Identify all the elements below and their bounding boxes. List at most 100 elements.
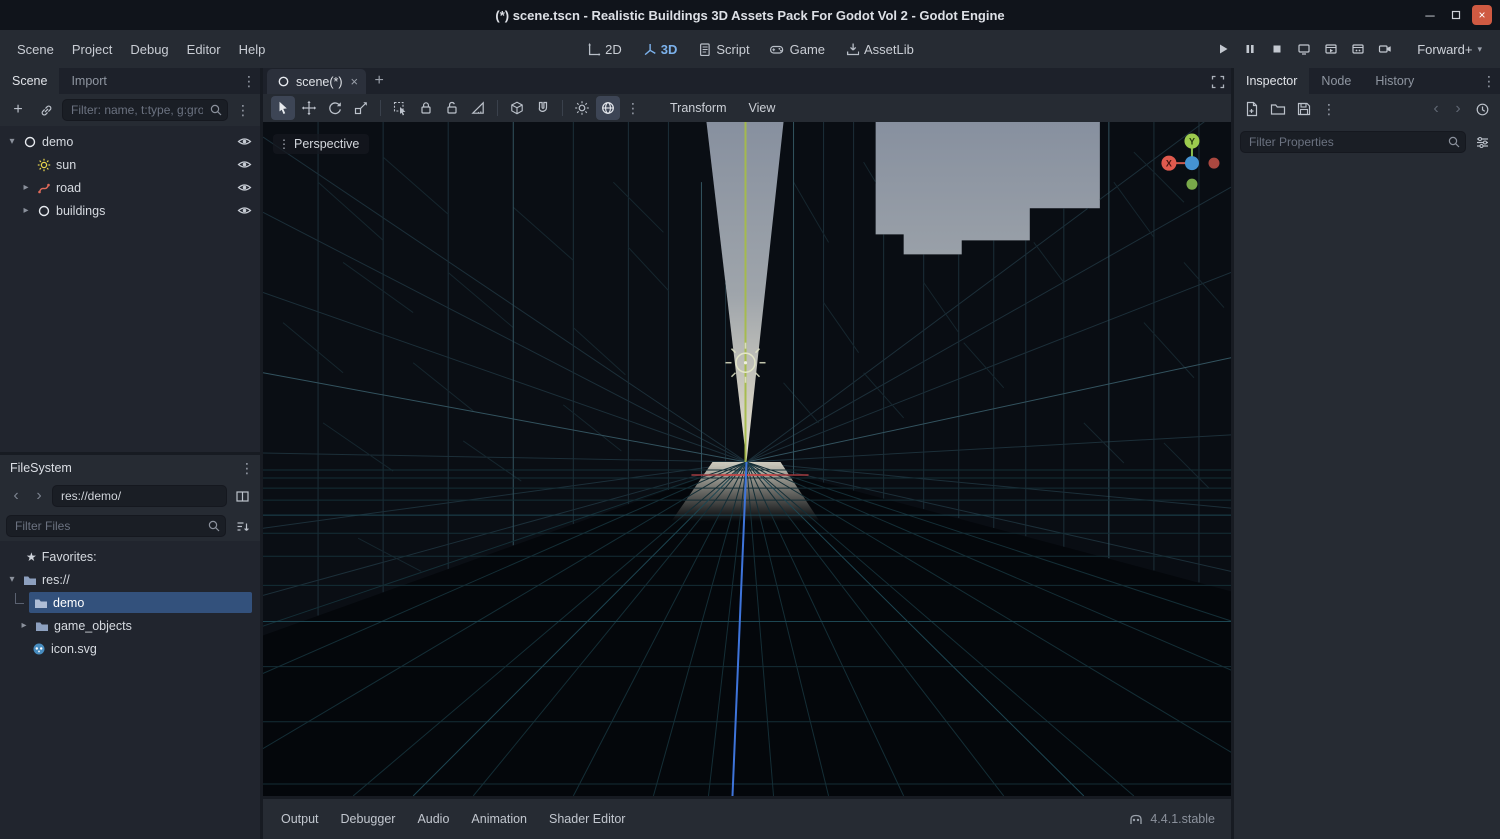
move-tool-button[interactable] [297, 96, 321, 120]
scale-tool-button[interactable] [349, 96, 373, 120]
property-filter-input[interactable] [1240, 131, 1466, 153]
current-path-field[interactable] [52, 485, 227, 507]
resource-extra-options-icon[interactable]: ⋮ [1318, 101, 1340, 118]
fs-row-game-objects[interactable]: ▸ game_objects [0, 614, 260, 637]
projection-selector[interactable]: ⋮ Perspective [273, 134, 370, 154]
scene-tree-menu-icon[interactable]: ⋮ [232, 102, 254, 119]
ruler-button[interactable] [466, 96, 490, 120]
maximize-button[interactable] [1446, 5, 1466, 25]
lock-button[interactable] [414, 96, 438, 120]
preview-environment-button[interactable] [596, 96, 620, 120]
preview-sunlight-button[interactable] [570, 96, 594, 120]
maximize-icon [1451, 10, 1461, 20]
tree-node-road[interactable]: ▸ road [0, 176, 260, 199]
object-history-button[interactable] [1470, 97, 1494, 121]
rotate-tool-button[interactable] [323, 96, 347, 120]
menu-help[interactable]: Help [230, 38, 275, 61]
new-scene-tab-button[interactable]: + [366, 68, 392, 94]
add-node-button[interactable]: + [6, 98, 30, 122]
tab-history[interactable]: History [1363, 68, 1426, 94]
collapse-arrow-icon[interactable]: ▾ [6, 136, 18, 147]
inspector-dock-menu-icon[interactable]: ⋮ [1478, 68, 1500, 94]
snap-button[interactable] [531, 96, 555, 120]
menu-debug[interactable]: Debug [121, 38, 177, 61]
panel-output-button[interactable]: Output [271, 807, 329, 831]
select-tool-button[interactable] [271, 96, 295, 120]
expand-arrow-icon[interactable]: ▸ [18, 620, 30, 631]
scene-filter-input[interactable] [62, 99, 228, 121]
history-back-icon[interactable]: ‹ [1426, 98, 1446, 120]
tree-node-demo[interactable]: ▾ demo [0, 130, 260, 153]
movie-mode-button[interactable] [1372, 37, 1397, 61]
panel-shader-editor-button[interactable]: Shader Editor [539, 807, 635, 831]
selected-folder-demo[interactable]: demo [29, 592, 252, 613]
split-view-button[interactable] [230, 484, 254, 508]
workspace-game-button[interactable]: Game [761, 38, 834, 61]
local-space-button[interactable] [505, 96, 529, 120]
stop-button[interactable] [1264, 37, 1289, 61]
tab-node[interactable]: Node [1309, 68, 1363, 94]
viewport-extra-options-icon[interactable]: ⋮ [622, 100, 644, 117]
instance-scene-button[interactable] [34, 98, 58, 122]
collapse-arrow-icon[interactable]: ▾ [6, 574, 18, 585]
axis-z-ball[interactable] [1184, 156, 1199, 171]
expand-arrow-icon[interactable]: ▸ [20, 182, 32, 193]
menubar: Scene Project Debug Editor Help 2D 3D Sc… [0, 30, 1500, 68]
viewport-3d[interactable]: X Y ⋮ Perspective [263, 122, 1231, 796]
tab-scene[interactable]: Scene [0, 68, 60, 94]
visibility-eye-icon[interactable] [232, 159, 256, 170]
play-remote-button[interactable] [1291, 37, 1316, 61]
nav-back-icon[interactable]: ‹ [6, 485, 26, 507]
fs-row-res[interactable]: ▾ res:// [0, 568, 260, 591]
renderer-selector[interactable]: Forward+ ▾ [1409, 38, 1490, 61]
version-info[interactable]: 4.4.1.stable [1128, 812, 1223, 826]
axis-neg-x-ball[interactable] [1208, 157, 1220, 169]
viewport-3d-scene[interactable]: X Y [263, 122, 1231, 796]
visibility-eye-icon[interactable] [232, 182, 256, 193]
history-forward-icon[interactable]: › [1448, 98, 1468, 120]
transform-menu[interactable]: Transform [660, 98, 737, 118]
pause-button[interactable] [1237, 37, 1262, 61]
visibility-eye-icon[interactable] [232, 136, 256, 147]
visibility-eye-icon[interactable] [232, 205, 256, 216]
sort-files-button[interactable] [230, 514, 254, 538]
minimize-button[interactable]: ─ [1420, 5, 1440, 25]
menu-project[interactable]: Project [63, 38, 121, 61]
play-scene-button[interactable] [1318, 37, 1343, 61]
workspace-script-button[interactable]: Script [688, 38, 758, 61]
menu-scene[interactable]: Scene [8, 38, 63, 61]
star-icon: ★ [26, 549, 37, 564]
unlock-button[interactable] [440, 96, 464, 120]
tree-node-sun[interactable]: sun [0, 153, 260, 176]
workspace-3d-button[interactable]: 3D [633, 38, 687, 61]
view-menu[interactable]: View [739, 98, 786, 118]
panel-audio-button[interactable]: Audio [407, 807, 459, 831]
file-filter-input[interactable] [6, 515, 226, 537]
menu-editor[interactable]: Editor [178, 38, 230, 61]
close-tab-icon[interactable]: × [351, 74, 359, 89]
workspace-assetlib-button[interactable]: AssetLib [836, 38, 923, 61]
fs-row-demo[interactable]: demo [0, 591, 260, 614]
tab-inspector[interactable]: Inspector [1234, 68, 1310, 94]
tree-node-buildings[interactable]: ▸ buildings [0, 199, 260, 222]
play-button[interactable] [1210, 37, 1235, 61]
nav-forward-icon[interactable]: › [29, 485, 49, 507]
filesystem-menu-icon[interactable]: ⋮ [236, 460, 258, 477]
load-resource-button[interactable] [1266, 97, 1290, 121]
axis-neg-y-ball[interactable] [1186, 178, 1198, 190]
play-custom-scene-button[interactable] [1345, 37, 1370, 61]
panel-animation-button[interactable]: Animation [461, 807, 537, 831]
fs-row-icon-svg[interactable]: icon.svg [0, 637, 260, 660]
panel-debugger-button[interactable]: Debugger [331, 807, 406, 831]
favorites-row[interactable]: ★ Favorites: [0, 545, 260, 568]
scene-dock-menu-icon[interactable]: ⋮ [238, 68, 260, 94]
new-resource-button[interactable] [1240, 97, 1264, 121]
fullscreen-icon[interactable] [1203, 68, 1231, 94]
workspace-2d-button[interactable]: 2D [577, 38, 631, 61]
tab-import[interactable]: Import [59, 68, 118, 94]
expand-arrow-icon[interactable]: ▸ [20, 205, 32, 216]
scene-tab-active[interactable]: scene(*) × [267, 69, 367, 94]
property-display-options-button[interactable] [1470, 130, 1494, 154]
close-button[interactable]: × [1472, 5, 1492, 25]
list-select-button[interactable] [388, 96, 412, 120]
